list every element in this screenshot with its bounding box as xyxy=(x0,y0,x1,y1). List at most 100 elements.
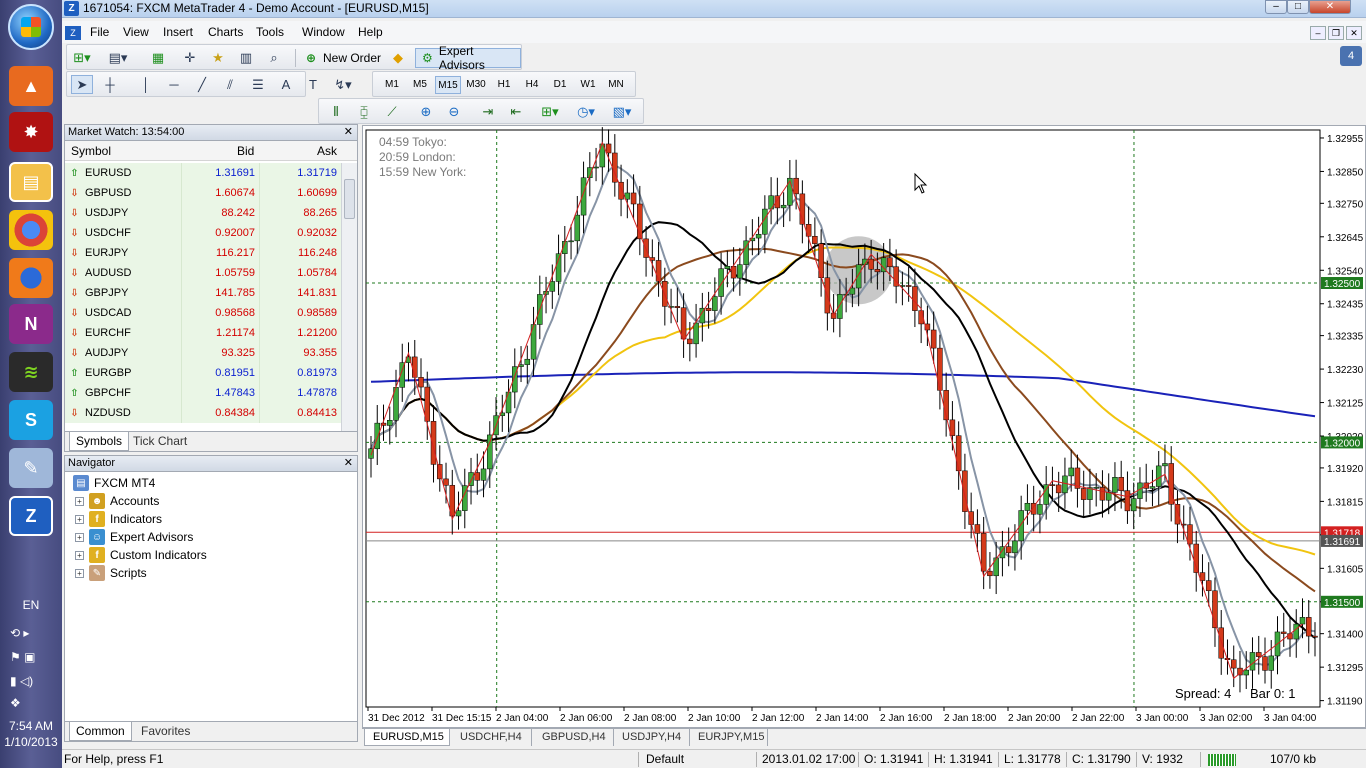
arrows-dropdown-icon[interactable]: ↯▾ xyxy=(332,75,354,94)
chart-tab-usdchf-h4[interactable]: USDCHF,H4 xyxy=(452,729,532,746)
menu-view[interactable]: View xyxy=(123,25,149,39)
column-bid[interactable]: Bid xyxy=(237,144,254,158)
table-row[interactable]: ⇩ EURJPY 116.217 116.248 xyxy=(65,243,341,263)
chrome-icon[interactable] xyxy=(9,210,53,250)
navigator-icon[interactable]: ★ xyxy=(207,48,229,67)
tray-network-icon[interactable]: ⟲ ▸ xyxy=(10,626,29,640)
table-row[interactable]: ⇩ AUDUSD 1.05759 1.05784 xyxy=(65,263,341,283)
vertical-line-icon[interactable]: │ xyxy=(135,75,157,94)
menu-help[interactable]: Help xyxy=(358,25,383,39)
folder-icon[interactable]: ▤ xyxy=(9,162,53,202)
chart-close-button[interactable]: ✕ xyxy=(1346,26,1362,40)
indicators-dropdown-icon[interactable]: ⊞▾ xyxy=(539,102,561,121)
maximize-window-button[interactable]: □ xyxy=(1287,0,1309,14)
zoom-out-icon[interactable]: ⊖ xyxy=(443,102,465,121)
menu-tools[interactable]: Tools xyxy=(256,25,284,39)
price-chart[interactable]: 1.32955 1.32850 1.32750 1.32645 1.32540 1.324… xyxy=(363,126,1365,727)
column-ask[interactable]: Ask xyxy=(317,144,337,158)
table-row[interactable]: ⇩ NZDUSD 0.84384 0.84413 xyxy=(65,403,341,423)
burst-icon[interactable]: ✸ xyxy=(9,112,53,152)
horizontal-line-icon[interactable]: ─ xyxy=(163,75,185,94)
new-order-button[interactable]: ⊕ New Order xyxy=(299,48,385,68)
onenote-icon[interactable]: N xyxy=(9,304,53,344)
minimize-window-button[interactable]: – xyxy=(1265,0,1287,14)
timeframe-mn[interactable]: MN xyxy=(603,76,629,94)
expand-icon[interactable]: + xyxy=(75,568,84,578)
channel-icon[interactable]: ⫽ xyxy=(219,75,241,94)
skype-icon[interactable]: S xyxy=(9,400,53,440)
table-row[interactable]: ⇩ USDCHF 0.92007 0.92032 xyxy=(65,223,341,243)
fibonacci-icon[interactable]: ☰ xyxy=(247,75,269,94)
chart-minimize-button[interactable]: – xyxy=(1310,26,1326,40)
metatrader-icon[interactable]: Z xyxy=(9,496,53,536)
menu-file[interactable]: File xyxy=(90,25,109,39)
terminal-icon[interactable]: ▥ xyxy=(235,48,257,67)
menu-window[interactable]: Window xyxy=(302,25,345,39)
timeframe-m5[interactable]: M5 xyxy=(407,76,433,94)
column-symbol[interactable]: Symbol xyxy=(71,144,111,158)
market-watch-scrollbar[interactable] xyxy=(341,163,357,431)
menu-insert[interactable]: Insert xyxy=(163,25,193,39)
timeframe-m30[interactable]: M30 xyxy=(463,76,489,94)
chart-tab-eurjpy-m15[interactable]: EURJPY,M15 xyxy=(690,729,768,746)
text-tool-icon[interactable]: A xyxy=(275,75,297,94)
data-window-icon[interactable]: ✛ xyxy=(179,48,201,67)
timeframe-m1[interactable]: M1 xyxy=(379,76,405,94)
table-row[interactable]: ⇧ GBPCHF 1.47843 1.47878 xyxy=(65,383,341,403)
timeframe-d1[interactable]: D1 xyxy=(547,76,573,94)
tray-dropbox-icon[interactable]: ❖ xyxy=(10,696,21,710)
nav-item-accounts[interactable]: + ☻ Accounts xyxy=(75,493,159,509)
status-profile[interactable]: Default xyxy=(646,752,684,766)
profiles-icon[interactable]: ▤▾ xyxy=(107,48,129,67)
text-label-icon[interactable]: T xyxy=(302,75,324,94)
cursor-icon[interactable]: ➤ xyxy=(71,75,93,94)
tray-volume-icon[interactable]: ▮ ◁) xyxy=(10,674,33,688)
chart-tab-usdjpy-h4[interactable]: USDJPY,H4 xyxy=(614,729,690,746)
expert-advisors-button[interactable]: ⚙ Expert Advisors xyxy=(415,44,521,72)
close-window-button[interactable]: ✕ xyxy=(1309,0,1351,14)
chart-system-menu-icon[interactable]: Z xyxy=(65,26,81,40)
strategy-tester-icon[interactable]: ⌕ xyxy=(263,48,285,67)
nav-root[interactable]: ▤ FXCM MT4 xyxy=(73,475,155,491)
line-chart-icon[interactable]: ⟋ xyxy=(381,102,403,121)
bar-chart-icon[interactable]: ⫴ xyxy=(325,102,347,121)
periods-dropdown-icon[interactable]: ◷▾ xyxy=(575,102,597,121)
timeframe-h1[interactable]: H1 xyxy=(491,76,517,94)
table-row[interactable]: ⇧ EURGBP 0.81951 0.81973 xyxy=(65,363,341,383)
chart-restore-button[interactable]: ❐ xyxy=(1328,26,1344,40)
table-row[interactable]: ⇩ GBPJPY 141.785 141.831 xyxy=(65,283,341,303)
timeframe-m15[interactable]: M15 xyxy=(435,76,461,94)
market-watch-icon[interactable]: ▦ xyxy=(147,48,169,67)
metaeditor-icon[interactable]: ◆ xyxy=(387,48,409,67)
templates-dropdown-icon[interactable]: ▧▾ xyxy=(611,102,633,121)
firefox-icon[interactable] xyxy=(9,258,53,298)
notifications-icon[interactable]: 4 xyxy=(1340,46,1362,66)
auto-scroll-icon[interactable]: ⇥ xyxy=(477,102,499,121)
tab-tick-chart[interactable]: Tick Chart xyxy=(127,432,193,451)
expand-icon[interactable]: + xyxy=(75,532,84,542)
matlab-icon[interactable]: ▲ xyxy=(9,66,53,106)
table-row[interactable]: ⇧ EURUSD 1.31691 1.31719 xyxy=(65,163,341,183)
table-row[interactable]: ⇩ EURCHF 1.21174 1.21200 xyxy=(65,323,341,343)
chart-window[interactable]: 1.32955 1.32850 1.32750 1.32645 1.32540 1.324… xyxy=(362,125,1366,728)
spotify-icon[interactable]: ≋ xyxy=(9,352,53,392)
nav-item-custom-indicators[interactable]: + f Custom Indicators xyxy=(75,547,207,563)
table-row[interactable]: ⇩ USDCAD 0.98568 0.98589 xyxy=(65,303,341,323)
crosshair-icon[interactable]: ┼ xyxy=(99,75,121,94)
expand-icon[interactable]: + xyxy=(75,514,84,524)
tab-favorites[interactable]: Favorites xyxy=(135,722,196,741)
zoom-in-icon[interactable]: ⊕ xyxy=(415,102,437,121)
table-row[interactable]: ⇩ AUDJPY 93.325 93.355 xyxy=(65,343,341,363)
menu-charts[interactable]: Charts xyxy=(208,25,243,39)
navigator-close-icon[interactable]: ✕ xyxy=(344,456,353,471)
start-button[interactable] xyxy=(8,4,54,50)
timeframe-w1[interactable]: W1 xyxy=(575,76,601,94)
tray-flag-icon[interactable]: ⚑ ▣ xyxy=(10,650,35,664)
chart-tab-gbpusd-h4[interactable]: GBPUSD,H4 xyxy=(534,729,614,746)
nav-item-expert-advisors[interactable]: + ☺ Expert Advisors xyxy=(75,529,193,545)
table-row[interactable]: ⇩ USDJPY 88.242 88.265 xyxy=(65,203,341,223)
scrollbar-thumb[interactable] xyxy=(344,179,355,219)
nav-item-scripts[interactable]: + ✎ Scripts xyxy=(75,565,147,581)
expand-icon[interactable]: + xyxy=(75,550,84,560)
trendline-icon[interactable]: ╱ xyxy=(191,75,213,94)
